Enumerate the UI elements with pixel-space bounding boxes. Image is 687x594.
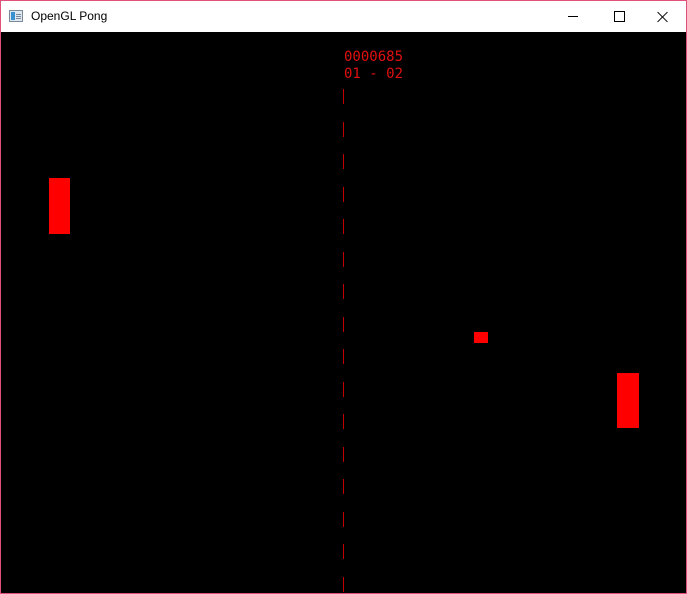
net-dash <box>343 252 344 267</box>
maximize-button[interactable] <box>596 1 642 32</box>
sets-score: 01 - 02 <box>344 66 404 82</box>
net-dash <box>343 479 344 494</box>
maximize-icon <box>613 11 625 22</box>
net-dash <box>343 122 344 137</box>
net-dash <box>343 544 344 559</box>
net-dash <box>343 349 344 364</box>
net-dash <box>343 219 344 234</box>
net-dash <box>343 382 344 397</box>
window-app-icon[interactable] <box>9 10 23 22</box>
center-net <box>1 32 686 593</box>
net-dash <box>343 89 344 104</box>
score-counter: 0000685 <box>344 49 404 65</box>
close-button[interactable] <box>640 1 686 32</box>
net-dash <box>343 414 344 429</box>
net-dash <box>343 187 344 202</box>
window-title: OpenGL Pong <box>31 9 108 23</box>
minimize-button[interactable] <box>550 1 596 32</box>
app-window: OpenGL Pong 0000685 01 - 02 <box>0 0 687 594</box>
ball <box>474 332 488 343</box>
title-bar[interactable]: OpenGL Pong <box>1 1 686 32</box>
close-icon <box>657 11 669 23</box>
net-dash <box>343 447 344 462</box>
net-dash <box>343 154 344 169</box>
game-canvas[interactable]: 0000685 01 - 02 <box>1 32 686 593</box>
right-paddle <box>617 373 639 428</box>
minimize-icon <box>568 16 578 17</box>
net-dash <box>343 512 344 527</box>
net-dash <box>343 317 344 332</box>
left-paddle <box>49 178 70 234</box>
net-dash <box>343 577 344 592</box>
net-dash <box>343 284 344 299</box>
